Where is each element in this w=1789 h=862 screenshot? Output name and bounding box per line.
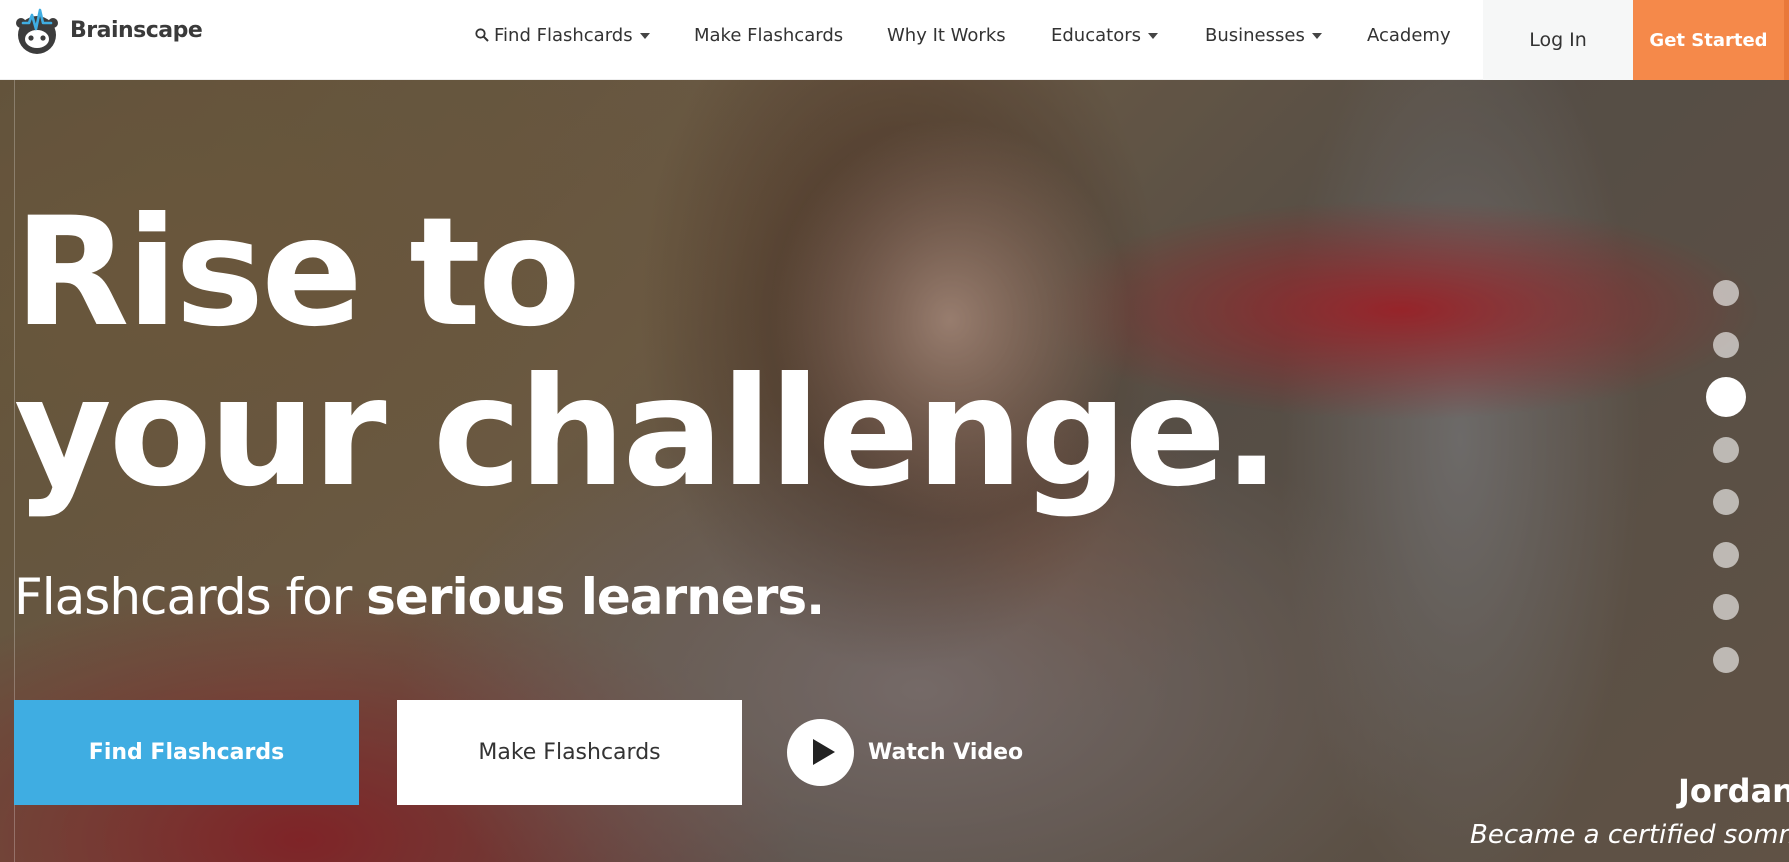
- chevron-down-icon: [1311, 33, 1322, 39]
- carousel-dot[interactable]: [1713, 332, 1739, 358]
- watch-video-button[interactable]: Watch Video: [787, 718, 1023, 786]
- hero-section: Rise to your challenge. Flashcards for s…: [0, 80, 1789, 862]
- carousel-dot[interactable]: [1713, 542, 1739, 568]
- nav-businesses[interactable]: Businesses: [1205, 0, 1322, 70]
- chevron-down-icon: [639, 33, 650, 39]
- login-button[interactable]: Log In: [1483, 0, 1633, 80]
- brand-name: Brainscape: [70, 17, 203, 43]
- hero-headline-line1: Rise to: [14, 186, 581, 360]
- nav-educators-label: Educators: [1051, 24, 1141, 46]
- search-icon: [475, 28, 489, 42]
- hero-subheading-light: Flashcards for: [14, 568, 367, 626]
- carousel-dot[interactable]: [1713, 647, 1739, 673]
- play-icon: [787, 718, 854, 786]
- nav-academy[interactable]: Academy: [1367, 0, 1451, 70]
- top-navigation-bar: Brainscape Find Flashcards Make Flashcar…: [0, 0, 1789, 80]
- make-flashcards-button[interactable]: Make Flashcards: [397, 700, 742, 805]
- brand-logo[interactable]: Brainscape: [14, 6, 203, 54]
- carousel-dot-active[interactable]: [1706, 377, 1746, 417]
- nav-edge-strip: [1784, 0, 1789, 80]
- brain-mascot-icon: [16, 8, 58, 54]
- hero-headline: Rise to your challenge.: [14, 193, 1414, 513]
- nav-why-it-works-label: Why It Works: [887, 24, 1006, 46]
- nav-academy-label: Academy: [1367, 24, 1451, 46]
- hero-subheading: Flashcards for serious learners.: [14, 567, 825, 627]
- nav-find-flashcards-label: Find Flashcards: [494, 24, 633, 46]
- nav-make-flashcards[interactable]: Make Flashcards: [694, 0, 843, 70]
- nav-find-flashcards[interactable]: Find Flashcards: [475, 0, 650, 70]
- hero-headline-line2: your challenge.: [14, 346, 1280, 520]
- watch-video-label: Watch Video: [868, 739, 1024, 765]
- testimonial-name: Jordan: [1678, 772, 1789, 810]
- chevron-down-icon: [1147, 33, 1158, 39]
- nav-educators[interactable]: Educators: [1051, 0, 1158, 70]
- hero-subheading-bold: serious learners.: [366, 568, 825, 626]
- nav-make-flashcards-label: Make Flashcards: [694, 24, 844, 46]
- get-started-button[interactable]: Get Started: [1633, 0, 1784, 80]
- nav-businesses-label: Businesses: [1205, 24, 1305, 46]
- nav-why-it-works[interactable]: Why It Works: [887, 0, 1006, 70]
- carousel-dot[interactable]: [1713, 489, 1739, 515]
- testimonial-caption: Became a certified somme: [1470, 820, 1789, 850]
- find-flashcards-button[interactable]: Find Flashcards: [14, 700, 359, 805]
- carousel-dot[interactable]: [1713, 594, 1739, 620]
- carousel-dot[interactable]: [1713, 280, 1739, 306]
- carousel-dot[interactable]: [1713, 437, 1739, 463]
- carousel-pagination: [1706, 80, 1746, 862]
